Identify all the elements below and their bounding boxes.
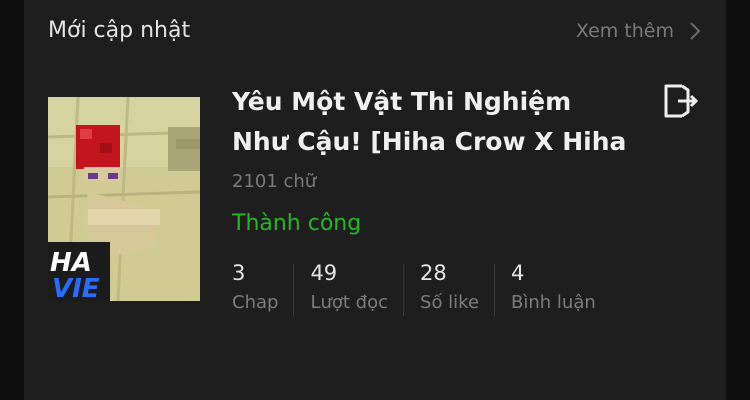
section-header: Mới cập nhật Xem thêm: [48, 14, 702, 50]
stat-label: Chap: [232, 292, 279, 313]
chevron-right-icon: [690, 22, 701, 40]
updates-card: Mới cập nhật Xem thêm HA VIE Yêu Một Vật…: [24, 0, 726, 400]
stat-label: Lượt đọc: [310, 292, 389, 313]
story-status: Thành công: [232, 211, 362, 236]
stat-label: Số like: [420, 292, 480, 313]
stat-likes: 28 Số like: [420, 258, 496, 318]
stat-value: 3: [232, 261, 246, 285]
section-title: Mới cập nhật: [48, 18, 191, 43]
story-stats: 3 Chap 49 Lượt đọc 28 Số like 4 Bình luậ…: [232, 258, 628, 318]
see-more-link[interactable]: Xem thêm: [576, 20, 702, 42]
stat-value: 28: [420, 261, 447, 285]
stat-value: 4: [511, 261, 525, 285]
stat-reads: 49 Lượt đọc: [310, 258, 404, 318]
exit-icon[interactable]: [660, 82, 700, 120]
see-more-label: Xem thêm: [575, 20, 674, 42]
stat-comments: 4 Bình luận: [511, 258, 612, 318]
story-cover-image[interactable]: HA VIE: [48, 97, 200, 301]
story-title[interactable]: Yêu Một Vật Thi Nghiệm Như Cậu! [Hiha Cr…: [232, 82, 632, 162]
svg-text:VIE: VIE: [52, 274, 100, 301]
stat-value: 49: [310, 261, 338, 285]
word-count: 2101 chữ: [232, 171, 317, 192]
stat-chapters: 3 Chap: [232, 258, 295, 318]
stat-label: Bình luận: [511, 292, 596, 313]
